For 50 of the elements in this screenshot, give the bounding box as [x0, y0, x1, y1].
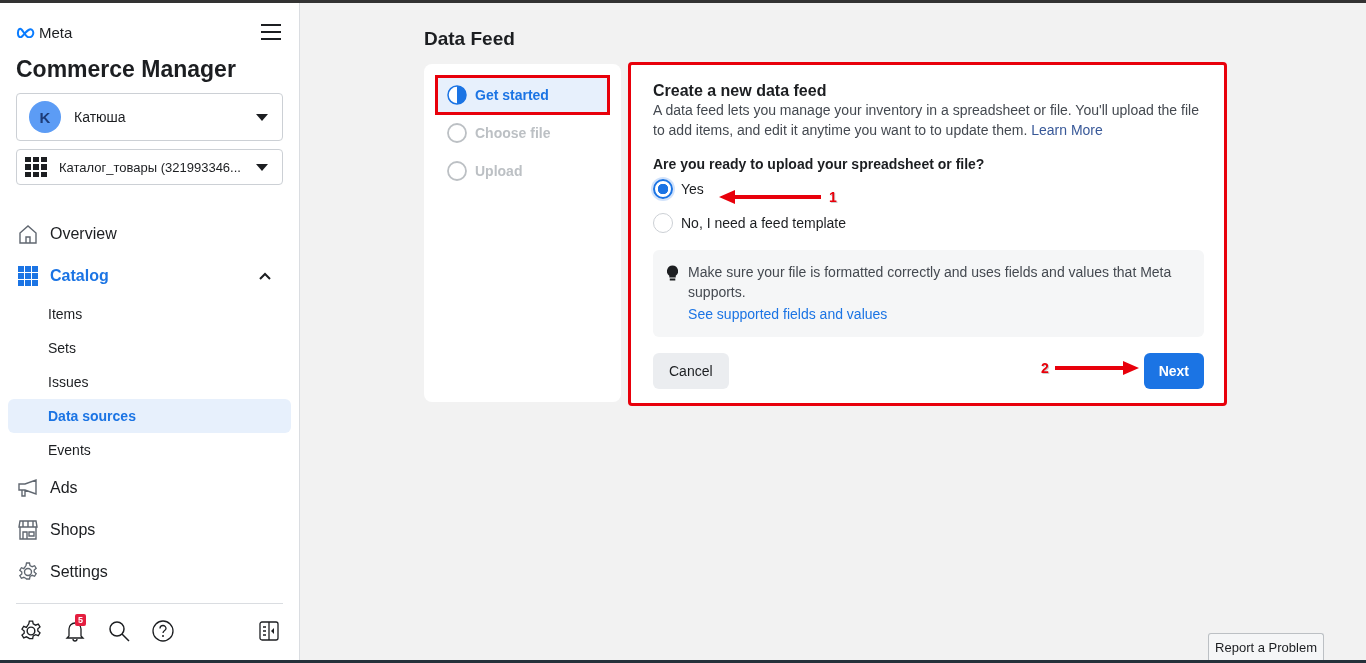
learn-more-link[interactable]: Learn More — [1031, 122, 1103, 138]
avatar: K — [29, 101, 61, 133]
circle-icon — [447, 123, 467, 143]
annotation-number: 1 — [829, 189, 837, 205]
caret-icon — [256, 163, 268, 171]
report-problem-button[interactable]: Report a Problem — [1208, 633, 1324, 660]
settings-icon[interactable] — [20, 620, 42, 642]
description-text: A data feed lets you manage your inventory in a spreadsheet or file. You'll upload the file to add items, and edit it anytime you want to to update them. Learn More — [653, 101, 1200, 140]
help-icon[interactable] — [152, 620, 174, 642]
shop-icon — [18, 520, 38, 540]
cancel-button[interactable]: Cancel — [653, 353, 729, 389]
meta-logo-icon — [16, 26, 36, 38]
account-dropdown[interactable]: K Катюша — [16, 93, 283, 141]
menu-icon[interactable] — [261, 24, 281, 40]
nav-subitem[interactable]: Issues — [8, 365, 291, 399]
search-icon[interactable] — [108, 620, 130, 642]
step-item[interactable]: Get started — [438, 78, 607, 112]
supported-fields-link[interactable]: See supported fields and values — [688, 306, 888, 322]
next-button[interactable]: Next — [1143, 353, 1204, 389]
tip-text: Make sure your file is formatted correctly and uses fields and values that Meta supports. — [688, 263, 1173, 302]
radio-button[interactable] — [653, 179, 673, 199]
annotation-number: 2 — [1041, 360, 1049, 376]
lightbulb-icon — [667, 265, 679, 281]
question-text: Are you ready to upload your spreadsheet or file? — [653, 156, 986, 172]
catalog-dropdown[interactable]: Каталог_товары (321993346... — [16, 149, 283, 185]
grid-icon — [18, 266, 38, 286]
megaphone-icon — [18, 478, 38, 498]
nav-item[interactable]: Catalog — [16, 255, 283, 297]
nav-subitem[interactable]: Sets — [8, 331, 291, 365]
nav-item[interactable]: Overview — [16, 213, 283, 255]
option-label: Yes — [681, 181, 704, 197]
grid-icon — [25, 157, 47, 177]
option-label: No, I need a feed template — [681, 215, 846, 231]
caret-icon — [256, 113, 268, 121]
nav-subitem[interactable]: Events — [8, 433, 291, 467]
page-title: Data Feed — [424, 28, 516, 51]
circle-icon — [447, 161, 467, 181]
nav-item[interactable]: Ads — [16, 467, 283, 509]
home-icon — [18, 224, 38, 244]
card-title: Create a new data feed — [653, 82, 828, 100]
brand-name: Meta — [39, 23, 73, 41]
gear-icon — [18, 562, 38, 582]
nav-subitem[interactable]: Items — [8, 297, 291, 331]
nav-subitem[interactable]: Data sources — [8, 399, 291, 433]
collapse-panel-icon[interactable] — [259, 621, 279, 641]
nav-item[interactable]: Settings — [16, 551, 283, 593]
notification-badge: 5 — [75, 614, 86, 626]
half-circle-icon — [447, 85, 467, 105]
app-title: Commerce Manager — [16, 56, 237, 83]
nav-item[interactable]: Shops — [16, 509, 283, 551]
